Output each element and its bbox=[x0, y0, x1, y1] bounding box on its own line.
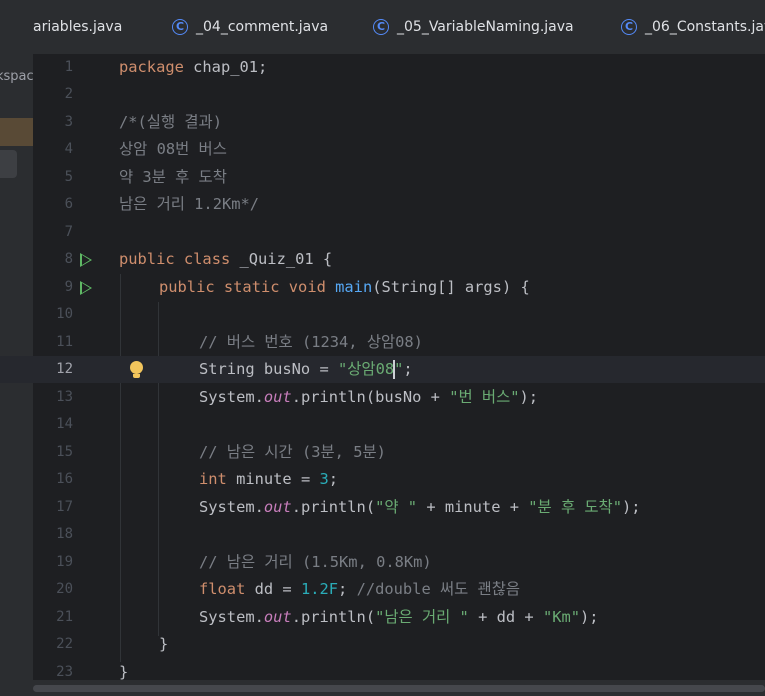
line-number: 16 bbox=[56, 471, 73, 487]
code-text: System.out.println("약 " + minute + "분 후 … bbox=[199, 498, 641, 516]
code-text: float dd = 1.2F; //double 써도 괜찮음 bbox=[199, 580, 521, 598]
line-number: 15 bbox=[56, 444, 73, 460]
code-comment: 남은 거리 1.2Km*/ bbox=[119, 195, 260, 213]
code-line[interactable]: 11 // 버스 번호 (1234, 상암08) bbox=[0, 329, 765, 356]
code-line[interactable]: 17 System.out.println("약 " + minute + "분… bbox=[0, 494, 765, 521]
code-line[interactable]: 6 남은 거리 1.2Km*/ bbox=[0, 191, 765, 218]
line-number: 10 bbox=[56, 306, 73, 322]
tab-label: _05_VariableNaming.java bbox=[397, 19, 574, 35]
code-line[interactable]: 15 // 남은 시간 (3분, 5분) bbox=[0, 439, 765, 466]
code-text: int minute = 3; bbox=[199, 470, 339, 488]
class-c-icon: C bbox=[172, 19, 188, 35]
run-main-icon[interactable] bbox=[80, 281, 92, 295]
line-number: 17 bbox=[56, 499, 73, 515]
code-line[interactable]: 18 bbox=[0, 521, 765, 548]
tab-06-constants[interactable]: C _06_Constants.java bbox=[621, 0, 765, 54]
current-code-line[interactable]: 12 String busNo = "상암08"; bbox=[0, 356, 765, 383]
line-number: 23 bbox=[56, 664, 73, 680]
scrollbar-thumb[interactable] bbox=[33, 685, 765, 692]
line-number: 2 bbox=[64, 86, 73, 102]
code-line[interactable]: 3 /*(실행 결과) bbox=[0, 109, 765, 136]
tab-label: _06_Constants.java bbox=[645, 19, 765, 35]
tab-label: ariables.java bbox=[33, 19, 123, 35]
line-number: 5 bbox=[64, 169, 73, 185]
code-text: package chap_01; bbox=[119, 58, 268, 76]
code-text: public static void main(String[] args) { bbox=[159, 278, 530, 296]
tab-label: _04_comment.java bbox=[196, 19, 329, 35]
line-number: 1 bbox=[64, 59, 73, 75]
line-number: 6 bbox=[64, 196, 73, 212]
line-number: 19 bbox=[56, 554, 73, 570]
class-c-icon: C bbox=[621, 19, 637, 35]
run-class-icon[interactable] bbox=[80, 253, 92, 267]
line-number: 8 bbox=[64, 251, 73, 267]
code-comment: 약 3분 후 도착 bbox=[119, 168, 227, 186]
code-comment: // 남은 거리 (1.5Km, 0.8Km) bbox=[199, 553, 432, 571]
code-comment: /*(실행 결과) bbox=[119, 113, 222, 131]
code-line[interactable]: 22 } bbox=[0, 631, 765, 658]
code-line[interactable]: 16 int minute = 3; bbox=[0, 466, 765, 493]
tab-04-comment[interactable]: C _04_comment.java bbox=[172, 0, 328, 54]
line-number: 13 bbox=[56, 389, 73, 405]
line-number: 4 bbox=[64, 141, 73, 157]
code-text: public class _Quiz_01 { bbox=[119, 250, 333, 268]
code-line[interactable]: 9 public static void main(String[] args)… bbox=[0, 274, 765, 301]
code-line[interactable]: 4 상암 08번 버스 bbox=[0, 136, 765, 163]
tab-05-variablenaming[interactable]: C _05_VariableNaming.java bbox=[373, 0, 574, 54]
code-line[interactable]: 1 package chap_01; bbox=[0, 54, 765, 81]
line-number: 9 bbox=[64, 279, 73, 295]
code-line[interactable]: 7 bbox=[0, 219, 765, 246]
horizontal-scrollbar[interactable] bbox=[0, 680, 765, 696]
line-number: 12 bbox=[56, 361, 73, 377]
lightbulb-icon[interactable] bbox=[130, 361, 143, 378]
code-line[interactable]: 13 System.out.println(busNo + "번 버스"); bbox=[0, 384, 765, 411]
code-line[interactable]: 20 float dd = 1.2F; //double 써도 괜찮음 bbox=[0, 576, 765, 603]
class-c-icon: C bbox=[373, 19, 389, 35]
line-number: 21 bbox=[56, 609, 73, 625]
code-line[interactable]: 21 System.out.println("남은 거리 " + dd + "K… bbox=[0, 604, 765, 631]
editor-tab-bar: ariables.java C _04_comment.java C _05_V… bbox=[0, 0, 765, 55]
line-number: 14 bbox=[56, 416, 73, 432]
tab-variables[interactable]: ariables.java bbox=[33, 0, 122, 54]
code-text: System.out.println(busNo + "번 버스"); bbox=[199, 388, 539, 406]
line-number: 7 bbox=[64, 224, 73, 240]
line-number: 3 bbox=[64, 114, 73, 130]
code-line[interactable]: 23 } bbox=[0, 659, 765, 680]
code-comment: 상암 08번 버스 bbox=[119, 140, 227, 158]
code-text: System.out.println("남은 거리 " + dd + "Km")… bbox=[199, 608, 599, 626]
line-number: 18 bbox=[56, 526, 73, 542]
code-text: String busNo = "상암08"; bbox=[199, 360, 413, 379]
code-line[interactable]: 10 bbox=[0, 301, 765, 328]
code-line[interactable]: 2 bbox=[0, 81, 765, 108]
code-text: } bbox=[119, 663, 129, 680]
code-comment: // 남은 시간 (3분, 5분) bbox=[199, 443, 386, 461]
code-text: } bbox=[159, 635, 169, 653]
code-comment: // 버스 번호 (1234, 상암08) bbox=[199, 333, 423, 351]
line-number: 22 bbox=[56, 636, 73, 652]
line-number: 20 bbox=[56, 581, 73, 597]
line-number: 11 bbox=[56, 334, 73, 350]
code-line[interactable]: 8 public class _Quiz_01 { bbox=[0, 246, 765, 273]
code-line[interactable]: 14 bbox=[0, 411, 765, 438]
code-line[interactable]: 5 약 3분 후 도착 bbox=[0, 164, 765, 191]
code-line[interactable]: 19 // 남은 거리 (1.5Km, 0.8Km) bbox=[0, 549, 765, 576]
